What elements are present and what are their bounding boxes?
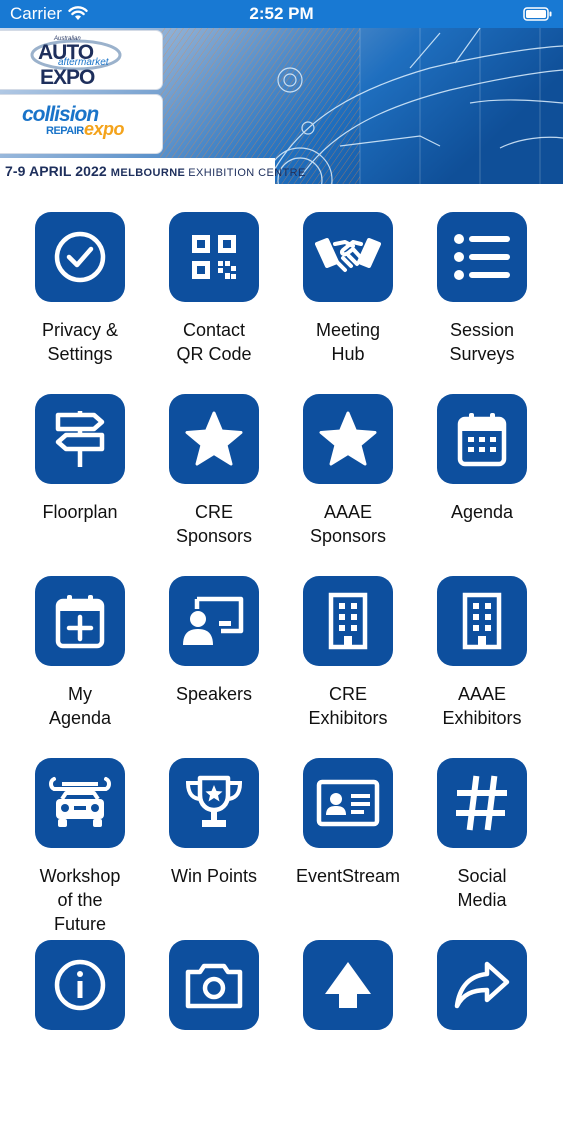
- cre-exhibitors-tile[interactable]: CRE Exhibitors: [281, 576, 415, 758]
- handshake-icon: [303, 212, 393, 302]
- share-icon: [437, 940, 527, 1030]
- camera-icon: [169, 940, 259, 1030]
- agenda-tile[interactable]: Agenda: [415, 394, 549, 576]
- tile-label: My Agenda: [48, 684, 112, 728]
- tile-label: EventStream: [295, 866, 401, 886]
- tile-label: CRE Exhibitors: [308, 684, 388, 728]
- arrow-up-icon: [303, 940, 393, 1030]
- venue-name: EXHIBITION CENTRE: [188, 167, 306, 179]
- calendar-plus-icon: [35, 576, 125, 666]
- clock: 2:52 PM: [249, 4, 314, 23]
- building-icon: [437, 576, 527, 666]
- star-icon: [169, 394, 259, 484]
- logo-collision-repair-text: REPAIR: [46, 125, 84, 137]
- tile-label: Privacy & Settings: [41, 320, 119, 364]
- tile-label: AAAE Sponsors: [309, 502, 387, 546]
- check-circle-icon: [35, 212, 125, 302]
- trophy-icon: [169, 758, 259, 848]
- signpost-icon: [35, 394, 125, 484]
- tile-label: Win Points: [170, 866, 258, 886]
- menu-grid: Privacy & Settings Contact QR Code Meeti: [0, 212, 563, 1122]
- cre-sponsors-tile[interactable]: CRE Sponsors: [147, 394, 281, 576]
- car-wrench-icon: [35, 758, 125, 848]
- tile-label: Speakers: [175, 684, 253, 704]
- tile-label: Social Media: [457, 866, 507, 910]
- session-surveys-tile[interactable]: Session Surveys: [415, 212, 549, 394]
- tile-label: Agenda: [450, 502, 514, 522]
- event-date-strip: 7-9 APRIL 2022 MELBOURNE EXHIBITION CENTRE: [0, 158, 305, 184]
- battery-icon: [523, 7, 553, 26]
- workshop-of-the-future-tile[interactable]: Workshop of the Future: [13, 758, 147, 940]
- info-icon: [35, 940, 125, 1030]
- hashtag-icon: [437, 758, 527, 848]
- tile-label: Workshop of the Future: [39, 866, 121, 934]
- tile-label: AAAE Exhibitors: [442, 684, 522, 728]
- floorplan-tile[interactable]: Floorplan: [13, 394, 147, 576]
- info-tile[interactable]: [13, 940, 147, 1122]
- calendar-icon: [437, 394, 527, 484]
- camera-tile[interactable]: [147, 940, 281, 1122]
- tile-label: Meeting Hub: [315, 320, 381, 364]
- my-agenda-tile[interactable]: My Agenda: [13, 576, 147, 758]
- status-bar: Carrier 2:52 PM: [0, 0, 563, 28]
- id-card-icon: [303, 758, 393, 848]
- tile-label: Floorplan: [42, 502, 118, 522]
- tile-label: CRE Sponsors: [175, 502, 253, 546]
- logo-collision-expo-text: expo: [84, 119, 125, 139]
- list-icon: [437, 212, 527, 302]
- privacy-settings-tile[interactable]: Privacy & Settings: [13, 212, 147, 394]
- building-icon: [303, 576, 393, 666]
- event-banner: Australian AUTO aftermarket EXPO collisi…: [0, 28, 563, 184]
- auto-aftermarket-expo-logo: Australian AUTO aftermarket EXPO: [0, 31, 162, 89]
- eventstream-tile[interactable]: EventStream: [281, 758, 415, 940]
- star-icon: [303, 394, 393, 484]
- share-tile[interactable]: [415, 940, 549, 1122]
- event-dates: 7-9 APRIL 2022: [5, 163, 107, 179]
- arrow-up-tile[interactable]: [281, 940, 415, 1122]
- aaae-sponsors-tile[interactable]: AAAE Sponsors: [281, 394, 415, 576]
- collision-repair-expo-logo: collision REPAIR expo: [0, 95, 162, 153]
- contact-qr-code-tile[interactable]: Contact QR Code: [147, 212, 281, 394]
- speakers-tile[interactable]: Speakers: [147, 576, 281, 758]
- tile-label: Contact QR Code: [176, 320, 252, 364]
- aaae-exhibitors-tile[interactable]: AAAE Exhibitors: [415, 576, 549, 758]
- tile-label: Session Surveys: [449, 320, 515, 364]
- win-points-tile[interactable]: Win Points: [147, 758, 281, 940]
- social-media-tile[interactable]: Social Media: [415, 758, 549, 940]
- qr-code-icon: [169, 212, 259, 302]
- venue-city: MELBOURNE: [110, 167, 186, 179]
- presenter-icon: [169, 576, 259, 666]
- meeting-hub-tile[interactable]: Meeting Hub: [281, 212, 415, 394]
- logo-auto-expo-text: EXPO: [40, 66, 95, 89]
